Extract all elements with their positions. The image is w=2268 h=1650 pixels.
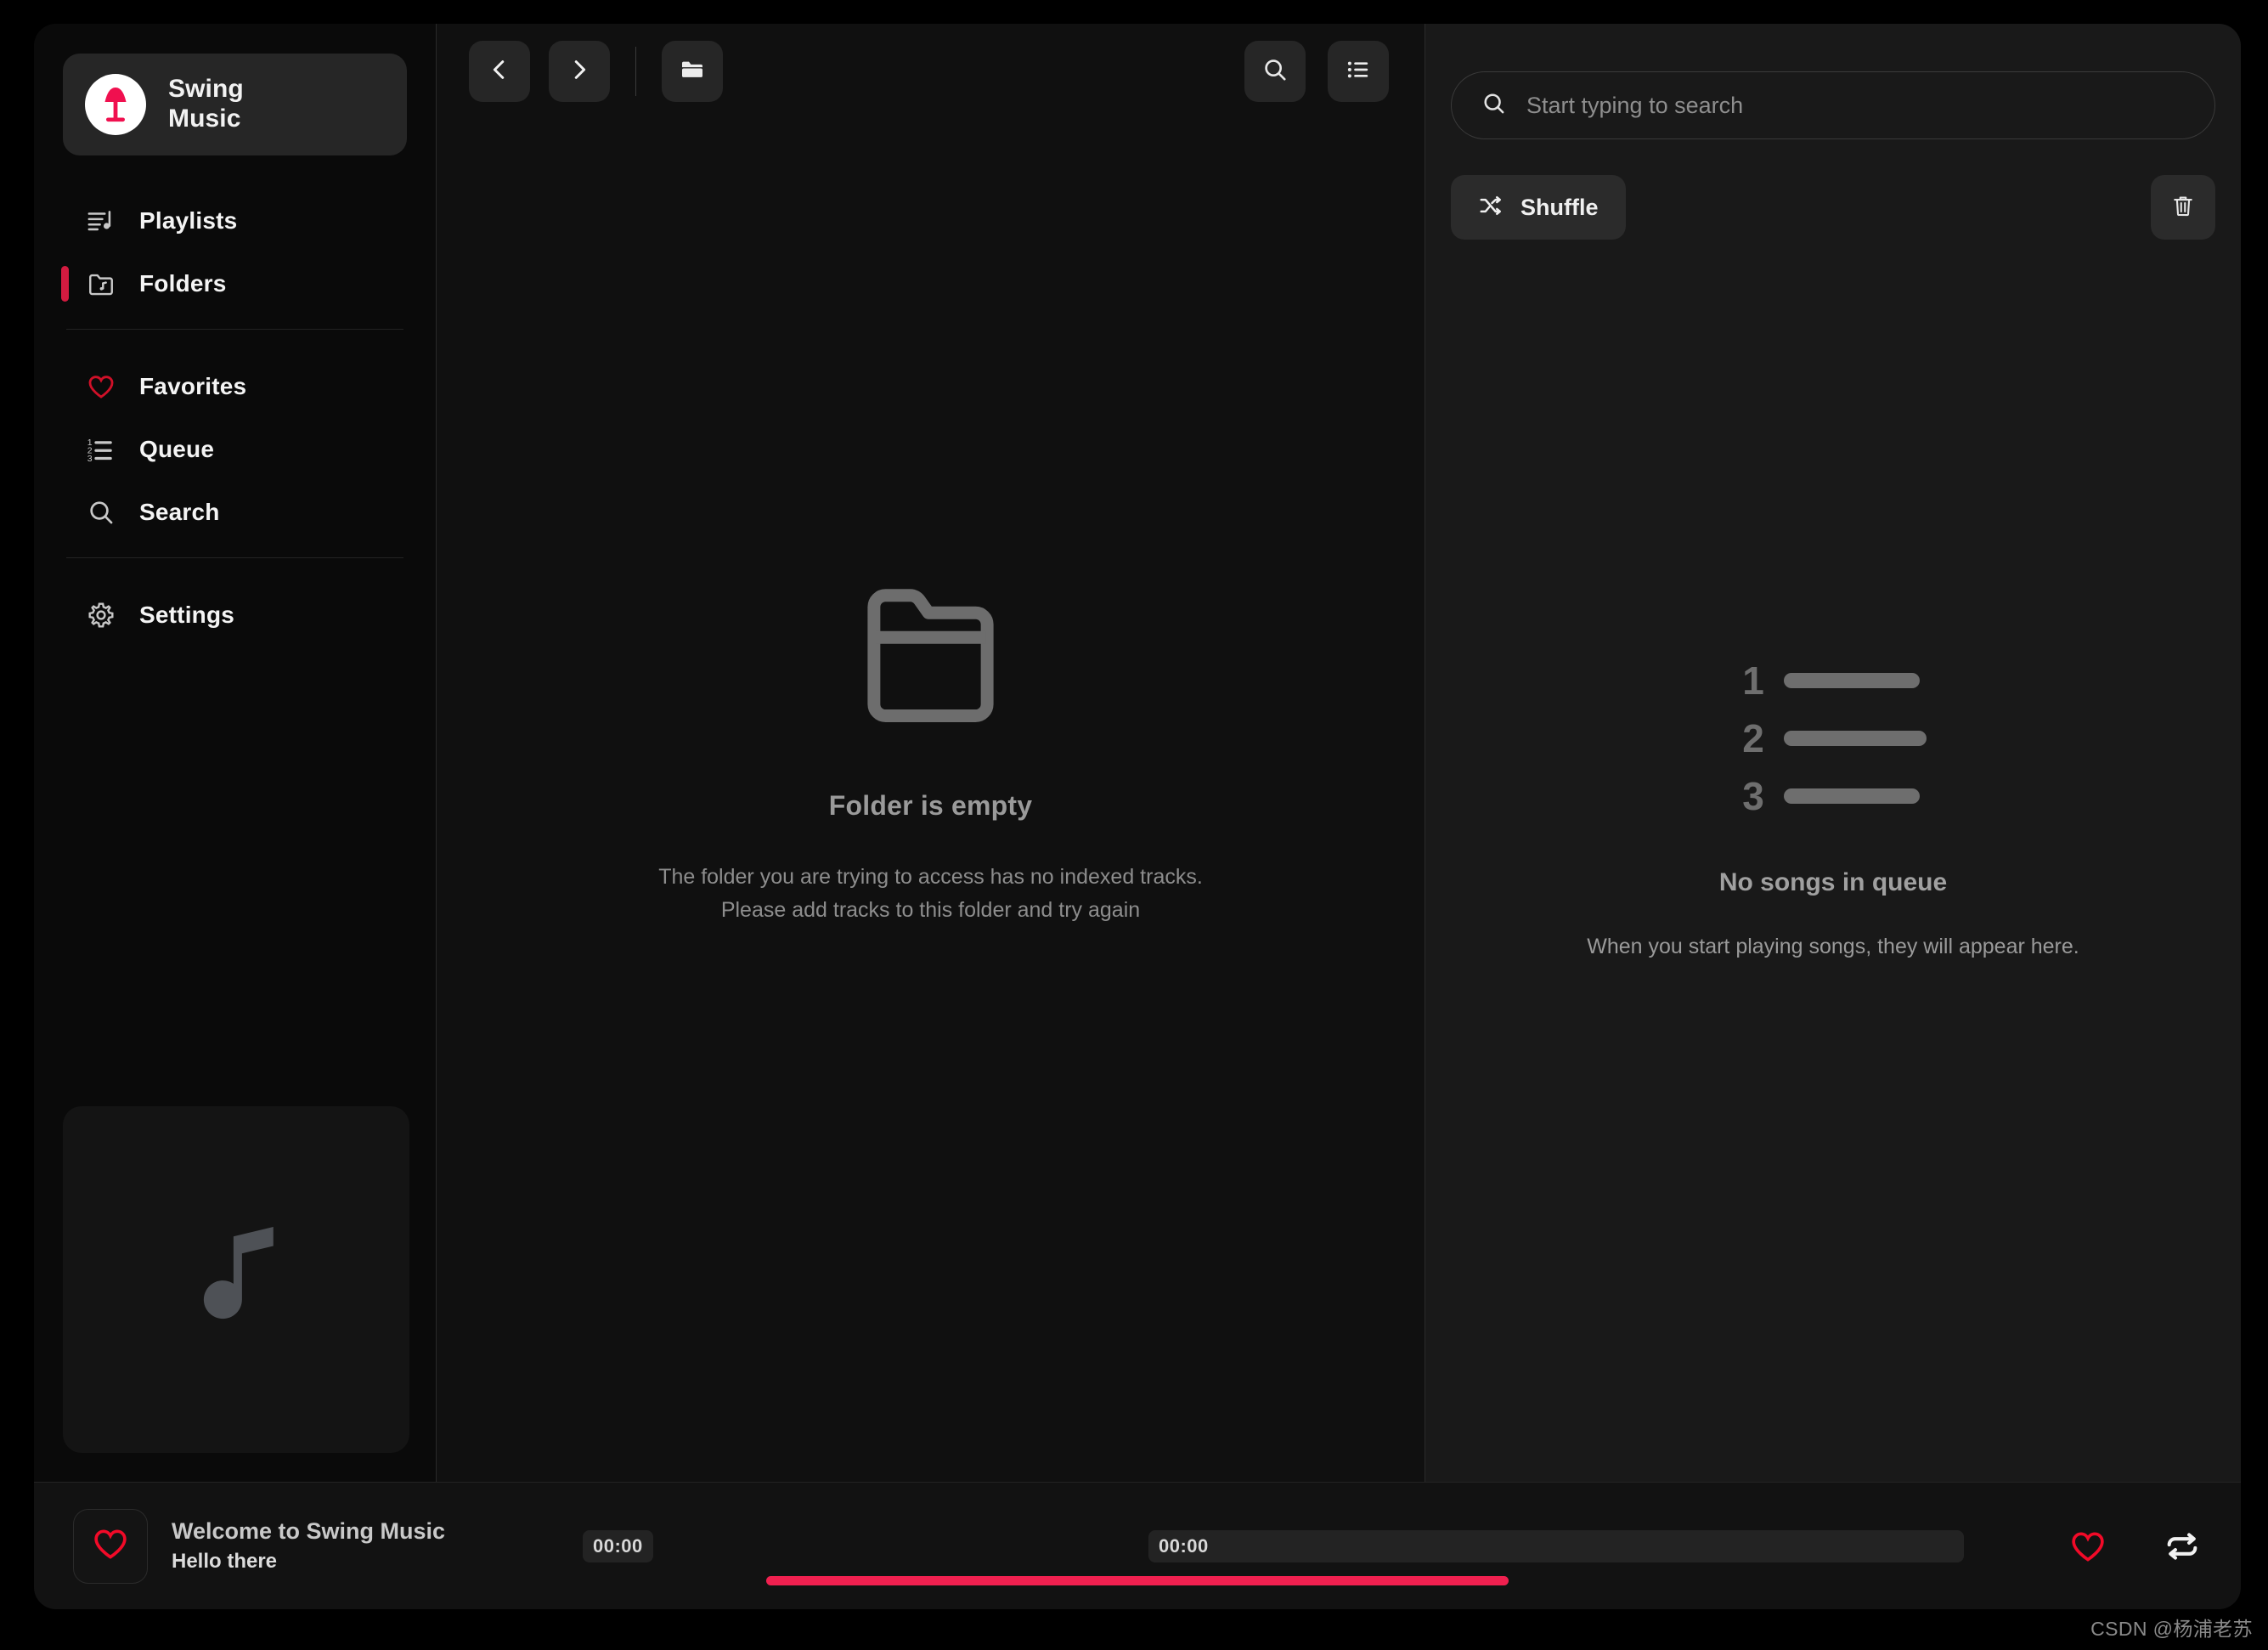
album-art-placeholder[interactable] bbox=[63, 1106, 409, 1453]
repeat-button[interactable] bbox=[2163, 1527, 2202, 1566]
search-icon bbox=[1481, 90, 1508, 121]
sidebar-item-label: Queue bbox=[139, 436, 215, 462]
nav-group-main: Favorites 1 2 3 Queue Search bbox=[63, 355, 407, 544]
heart-icon bbox=[92, 1525, 129, 1567]
empty-state-line-1: The folder you are trying to access has … bbox=[658, 864, 1203, 889]
center-toolbar bbox=[437, 24, 1425, 119]
gear-icon bbox=[85, 599, 117, 631]
nav-group-library: Playlists Folders bbox=[63, 189, 407, 315]
numbered-list-icon: 1 2 3 bbox=[1740, 661, 1927, 816]
brand-line-2: Music bbox=[168, 105, 241, 133]
queue-placeholder-bar bbox=[1784, 788, 1920, 804]
queue-placeholder-row: 3 bbox=[1740, 777, 1927, 816]
empty-state-title: Folder is empty bbox=[828, 789, 1033, 821]
app-logo-text: Swing Music bbox=[168, 75, 244, 134]
queue-placeholder-row: 2 bbox=[1740, 719, 1927, 758]
queue-placeholder-number: 1 bbox=[1742, 658, 1764, 703]
sidebar-item-label: Settings bbox=[139, 602, 235, 628]
playback-controls: 00:00 00:00 bbox=[583, 1525, 1964, 1568]
elapsed-time: 00:00 bbox=[583, 1529, 653, 1562]
lamp-icon bbox=[85, 74, 146, 135]
queue-empty-title: No songs in queue bbox=[1718, 867, 1948, 896]
sidebar-item-search[interactable]: Search bbox=[63, 481, 407, 544]
now-playing-artwork[interactable] bbox=[73, 1508, 148, 1584]
shuffle-button[interactable]: Shuffle bbox=[1451, 175, 1626, 240]
queue-placeholder-number: 2 bbox=[1742, 715, 1764, 760]
search-icon bbox=[85, 496, 117, 528]
svg-text:3: 3 bbox=[87, 455, 93, 464]
sidebar-item-settings[interactable]: Settings bbox=[63, 584, 407, 647]
now-playing-meta: Welcome to Swing Music Hello there bbox=[172, 1518, 445, 1574]
trash-icon bbox=[2170, 193, 2196, 223]
progress-bar-fill bbox=[766, 1576, 1509, 1585]
now-playing-info: Welcome to Swing Music Hello there bbox=[73, 1508, 600, 1584]
folder-empty-state: Folder is empty The folder you are tryin… bbox=[437, 119, 1425, 1482]
sidebar-item-queue[interactable]: 1 2 3 Queue bbox=[63, 418, 407, 481]
sidebar-divider-2 bbox=[66, 557, 403, 558]
clear-queue-button[interactable] bbox=[2151, 175, 2215, 240]
app-root: Swing Music Playlists Folders Favorites … bbox=[0, 0, 2268, 1650]
total-time: 00:00 bbox=[1148, 1529, 1964, 1562]
music-note-icon bbox=[172, 1214, 300, 1346]
queue-placeholder-row: 1 bbox=[1740, 661, 1927, 700]
nav-group-system: Settings bbox=[63, 584, 407, 647]
queue-empty-subtitle: When you start playing songs, they will … bbox=[1587, 934, 2079, 958]
player-right-controls bbox=[1947, 1527, 2202, 1566]
chevron-left-icon bbox=[487, 57, 512, 87]
app-logo-card[interactable]: Swing Music bbox=[63, 54, 407, 155]
queue-actions-row: Shuffle bbox=[1451, 175, 2215, 240]
sidebar-item-folders[interactable]: Folders bbox=[63, 252, 407, 315]
folder-outline-icon bbox=[843, 564, 1018, 743]
sidebar-item-label: Search bbox=[139, 499, 220, 525]
playlist-music-icon bbox=[85, 205, 117, 237]
view-list-button[interactable] bbox=[1328, 41, 1389, 102]
favorite-button[interactable] bbox=[2069, 1528, 2107, 1565]
track-title: Welcome to Swing Music bbox=[172, 1518, 446, 1544]
queue-empty-state: 1 2 3 No songs in queue When you start p… bbox=[1451, 240, 2215, 1482]
bulleted-list-icon bbox=[1345, 56, 1372, 88]
search-input[interactable] bbox=[1526, 92, 2186, 119]
queue-placeholder-number: 3 bbox=[1742, 773, 1764, 818]
shuffle-icon bbox=[1478, 193, 1504, 223]
sidebar-divider-1 bbox=[66, 329, 403, 330]
sidebar-item-label: Playlists bbox=[139, 207, 238, 234]
search-icon bbox=[1261, 56, 1289, 88]
player-bar: Welcome to Swing Music Hello there 00:00 bbox=[34, 1482, 2241, 1609]
track-artist: Hello there bbox=[172, 1550, 278, 1573]
folder-button[interactable] bbox=[662, 41, 723, 102]
app-window: Swing Music Playlists Folders Favorites … bbox=[34, 24, 2241, 1609]
chevron-right-icon bbox=[567, 57, 592, 87]
toolbar-separator bbox=[635, 47, 636, 96]
queue-search-bar[interactable] bbox=[1451, 71, 2215, 139]
center-panel: Folder is empty The folder you are tryin… bbox=[436, 24, 1425, 1482]
queue-placeholder-bar bbox=[1784, 730, 1927, 746]
sidebar: Swing Music Playlists Folders Favorites … bbox=[34, 24, 436, 1482]
center-search-button[interactable] bbox=[1244, 41, 1306, 102]
sidebar-item-favorites[interactable]: Favorites bbox=[63, 355, 407, 418]
back-button[interactable] bbox=[469, 41, 530, 102]
watermark: CSDN @杨浦老苏 bbox=[2090, 1618, 2253, 1640]
folder-icon bbox=[679, 56, 706, 88]
brand-line-1: Swing bbox=[168, 75, 244, 104]
progress-bar[interactable] bbox=[766, 1576, 1509, 1585]
center-toolbar-right bbox=[1244, 41, 1389, 102]
shuffle-label: Shuffle bbox=[1520, 194, 1599, 220]
sidebar-item-playlists[interactable]: Playlists bbox=[63, 189, 407, 252]
folder-music-icon bbox=[85, 268, 117, 300]
queue-panel: Shuffle bbox=[1425, 24, 2241, 1482]
sidebar-item-label: Folders bbox=[139, 270, 227, 297]
numbered-list-icon: 1 2 3 bbox=[85, 433, 117, 466]
empty-state-description: The folder you are trying to access has … bbox=[658, 861, 1203, 927]
sidebar-item-label: Favorites bbox=[139, 373, 247, 399]
forward-button[interactable] bbox=[549, 41, 610, 102]
queue-placeholder-bar bbox=[1784, 672, 1920, 688]
main-body: Swing Music Playlists Folders Favorites … bbox=[34, 24, 2241, 1482]
empty-state-line-2: Please add tracks to this folder and try… bbox=[720, 897, 1141, 922]
heart-icon bbox=[85, 370, 117, 403]
